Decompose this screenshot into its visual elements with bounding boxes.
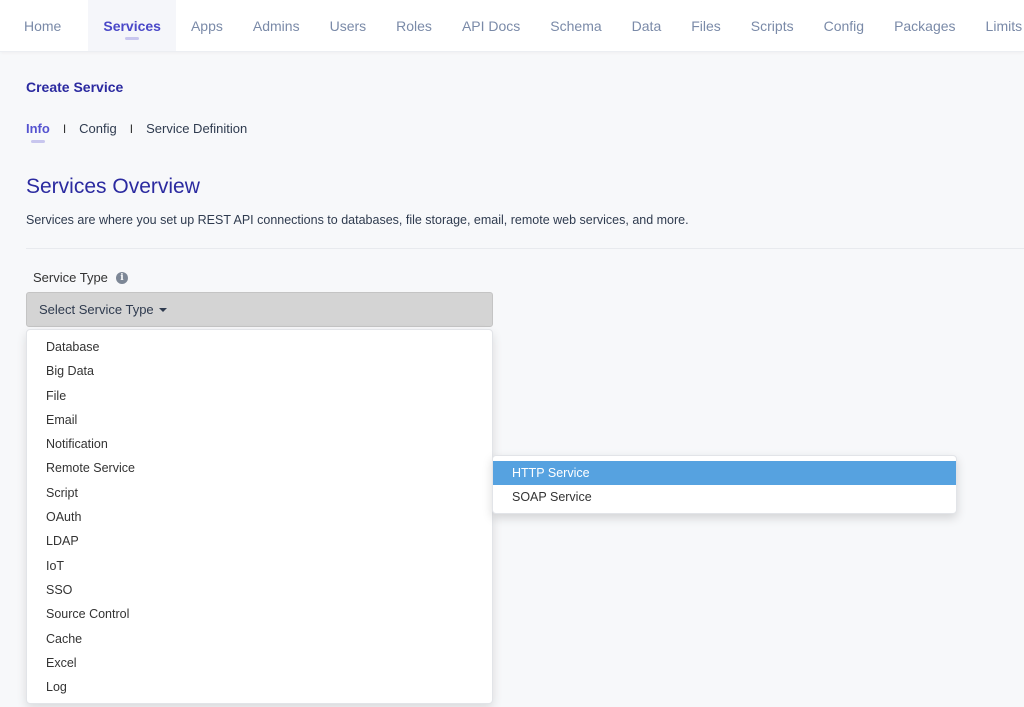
dropdown-item-script[interactable]: Script <box>27 481 492 505</box>
caret-down-icon <box>158 307 167 312</box>
nav-label: Files <box>691 18 721 34</box>
subtab-info[interactable]: Info <box>26 121 50 136</box>
nav-data[interactable]: Data <box>617 0 677 51</box>
info-icon[interactable]: i <box>115 271 128 284</box>
dropdown-item-cache[interactable]: Cache <box>27 627 492 651</box>
nav-schema[interactable]: Schema <box>535 0 616 51</box>
divider <box>26 248 1024 249</box>
dropdown-item-sso[interactable]: SSO <box>27 578 492 602</box>
subtab-separator: I <box>129 121 134 136</box>
nav-files[interactable]: Files <box>676 0 736 51</box>
dropdown-item-notification[interactable]: Notification <box>27 432 492 456</box>
nav-label: Home <box>24 18 62 34</box>
nav-api-docs[interactable]: API Docs <box>447 0 535 51</box>
dropdown-item-email[interactable]: Email <box>27 408 492 432</box>
nav-label: Limits <box>985 18 1023 34</box>
nav-services[interactable]: Services <box>88 0 176 51</box>
subtab-service-definition[interactable]: Service Definition <box>146 121 247 136</box>
service-type-label-text: Service Type <box>33 270 108 285</box>
nav-label: Config <box>823 18 865 34</box>
nav-limits[interactable]: Limits <box>971 0 1024 51</box>
top-navigation: Home Services Apps Admins Users Roles AP… <box>0 0 1024 52</box>
overview-description: Services are where you set up REST API c… <box>26 213 689 227</box>
nav-scripts[interactable]: Scripts <box>736 0 809 51</box>
dropdown-item-remote-service[interactable]: Remote Service <box>27 456 492 480</box>
subtab-config[interactable]: Config <box>79 121 117 136</box>
nav-label: Services <box>103 18 161 34</box>
service-type-dropdown: Database Big Data File Email Notificatio… <box>26 329 493 704</box>
nav-label: Schema <box>550 18 602 34</box>
nav-label: Apps <box>190 18 223 34</box>
nav-label: Admins <box>252 18 300 34</box>
dropdown-item-source-control[interactable]: Source Control <box>27 602 492 626</box>
nav-label: Data <box>631 18 662 34</box>
nav-label: Users <box>329 18 367 34</box>
subtab-separator: I <box>62 121 67 136</box>
service-type-label: Service Type i <box>33 270 128 285</box>
dropdown-item-oauth[interactable]: OAuth <box>27 505 492 529</box>
dropdown-item-big-data[interactable]: Big Data <box>27 359 492 383</box>
submenu-item-http-service[interactable]: HTTP Service <box>493 461 956 485</box>
nav-label: API Docs <box>461 18 521 34</box>
nav-packages[interactable]: Packages <box>879 0 970 51</box>
nav-home[interactable]: Home <box>0 0 76 51</box>
dropdown-item-database[interactable]: Database <box>27 335 492 359</box>
nav-admins[interactable]: Admins <box>238 0 315 51</box>
dropdown-item-log[interactable]: Log <box>27 675 492 699</box>
nav-label: Packages <box>894 18 956 34</box>
select-label: Select Service Type <box>39 302 154 317</box>
submenu-item-soap-service[interactable]: SOAP Service <box>493 485 956 509</box>
nav-label: Roles <box>396 18 432 34</box>
page-title: Create Service <box>26 79 124 95</box>
service-type-select[interactable]: Select Service Type <box>26 292 493 327</box>
nav-users[interactable]: Users <box>315 0 382 51</box>
nav-label: Scripts <box>750 18 794 34</box>
nav-apps[interactable]: Apps <box>176 0 238 51</box>
overview-title: Services Overview <box>26 175 200 198</box>
nav-config[interactable]: Config <box>809 0 879 51</box>
dropdown-item-file[interactable]: File <box>27 384 492 408</box>
dropdown-item-iot[interactable]: IoT <box>27 554 492 578</box>
nav-roles[interactable]: Roles <box>381 0 447 51</box>
dropdown-item-ldap[interactable]: LDAP <box>27 529 492 553</box>
remote-service-submenu: HTTP Service SOAP Service <box>492 455 957 514</box>
subtabs: Info I Config I Service Definition <box>26 121 247 136</box>
dropdown-item-excel[interactable]: Excel <box>27 651 492 675</box>
